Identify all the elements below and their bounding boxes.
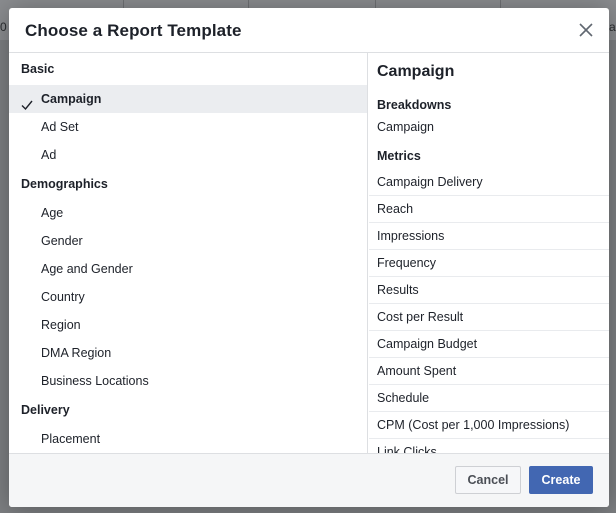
dialog-footer: Cancel Create xyxy=(9,453,609,507)
template-item[interactable]: Age and Gender xyxy=(9,255,367,283)
metric-item: Campaign Budget xyxy=(369,331,609,358)
metric-item: Frequency xyxy=(369,250,609,277)
template-item[interactable]: Gender xyxy=(9,227,367,255)
metric-item: Amount Spent xyxy=(369,358,609,385)
metric-item: Campaign Delivery xyxy=(369,169,609,196)
template-item-label: Placement xyxy=(41,432,101,446)
template-item[interactable]: Region xyxy=(9,311,367,339)
template-item-label: Business Locations xyxy=(41,374,149,388)
template-item[interactable]: Ad Set xyxy=(9,113,367,141)
metrics-heading: Metrics xyxy=(377,149,421,163)
section-heading: Basic xyxy=(21,62,55,76)
cancel-button[interactable]: Cancel xyxy=(455,466,521,494)
metric-item: Impressions xyxy=(369,223,609,250)
metric-list: Campaign Delivery Reach Impressions Frequen… xyxy=(369,169,609,453)
template-item-label: Age xyxy=(41,206,64,220)
template-item-label: Gender xyxy=(41,234,83,248)
template-item-label: Region xyxy=(41,318,81,332)
metric-item: CPM (Cost per 1,000 Impressions) xyxy=(369,412,609,439)
template-item[interactable]: Age xyxy=(9,199,367,227)
template-item[interactable]: Campaign xyxy=(9,85,367,113)
breakdowns-heading: Breakdowns xyxy=(377,98,452,112)
metric-item: Results xyxy=(369,277,609,304)
template-item[interactable]: Business Locations xyxy=(9,367,367,395)
template-item[interactable]: Country xyxy=(9,283,367,311)
template-item-label: Country xyxy=(41,290,85,304)
breakdown-item: Campaign xyxy=(377,120,434,134)
metric-item: Reach xyxy=(369,196,609,223)
template-item-label: Campaign xyxy=(41,92,102,106)
report-template-dialog: Choose a Report Template Basic Campaign Ad… xyxy=(9,8,609,507)
template-item[interactable]: Placement xyxy=(9,425,367,453)
dialog-header: Choose a Report Template xyxy=(9,8,609,53)
template-details[interactable]: Campaign Breakdowns Campaign Metrics Cam… xyxy=(369,53,609,453)
metric-item: Schedule xyxy=(369,385,609,412)
template-item-label: Age and Gender xyxy=(41,262,133,276)
checkmark-icon xyxy=(21,93,33,111)
section-heading: Demographics xyxy=(21,177,108,191)
template-item-label: Ad Set xyxy=(41,120,79,134)
detail-title: Campaign xyxy=(377,63,455,80)
template-item[interactable]: Ad xyxy=(9,141,367,169)
metric-item: Link Clicks xyxy=(369,439,609,453)
dialog-title: Choose a Report Template xyxy=(25,21,242,40)
background-text: a xyxy=(609,20,616,34)
close-icon[interactable] xyxy=(576,20,596,40)
template-item-label: DMA Region xyxy=(41,346,112,360)
template-item-label: Ad xyxy=(41,148,57,162)
template-list[interactable]: Basic Campaign Ad Set Ad Demographics Age Gend… xyxy=(9,53,368,453)
background-text: 0 xyxy=(0,20,7,34)
create-button[interactable]: Create xyxy=(529,466,593,494)
template-item[interactable]: DMA Region xyxy=(9,339,367,367)
breakdown-list: Campaign xyxy=(369,114,609,145)
section-heading: Delivery xyxy=(21,403,70,417)
metric-item: Cost per Result xyxy=(369,304,609,331)
